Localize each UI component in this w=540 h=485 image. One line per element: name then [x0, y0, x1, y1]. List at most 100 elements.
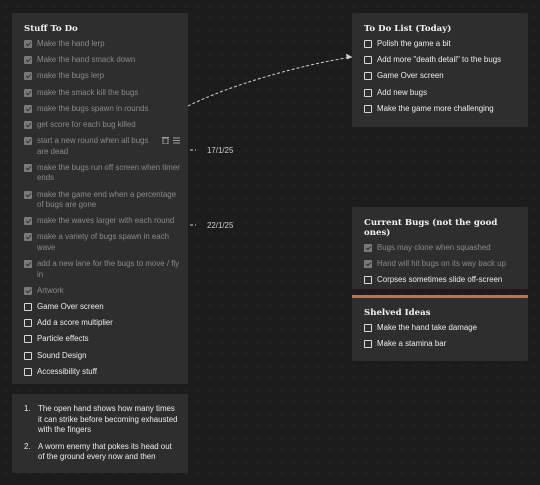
- checklist-item[interactable]: Make a stamina bar: [364, 339, 520, 350]
- checklist-item[interactable]: get score for each bug killed: [24, 120, 180, 131]
- stuff-to-do-title: Stuff To Do: [24, 24, 78, 34]
- checkbox-checked[interactable]: [24, 260, 32, 269]
- checklist-item-label: start a new round when all bugs are dead: [37, 136, 149, 156]
- checklist-item[interactable]: Polish the game a bit: [364, 39, 520, 50]
- checkbox-checked[interactable]: [24, 40, 32, 48]
- checkbox-checked[interactable]: [24, 163, 32, 172]
- checklist-item[interactable]: Make the hand smack down: [24, 55, 180, 66]
- checklist-item-label: Bugs may clone when squashed: [377, 243, 491, 252]
- checklist-item[interactable]: make a variety of bugs spawn in each wav…: [24, 232, 180, 253]
- checklist-item[interactable]: Accessibility stuff: [24, 367, 180, 378]
- checklist-item-label: make the bugs lerp: [37, 71, 105, 81]
- checklist-item-label: get score for each bug killed: [37, 119, 136, 129]
- checkbox-checked[interactable]: [24, 72, 32, 81]
- checkbox-unchecked[interactable]: [364, 104, 372, 113]
- checklist-item[interactable]: Make the game more challenging: [364, 104, 520, 115]
- checkbox-unchecked[interactable]: [364, 88, 372, 97]
- date-label-first: 17/1/25: [207, 146, 234, 155]
- list-item-text: The open hand shows how many times it ca…: [38, 404, 178, 435]
- checklist-item-label: make the game end when a percentage of b…: [37, 189, 177, 210]
- checklist-item-label: make a variety of bugs spawn in each wav…: [37, 232, 170, 252]
- checklist-item[interactable]: Make the hand take damage: [364, 323, 520, 334]
- checkbox-checked[interactable]: [24, 217, 32, 226]
- checklist-item-label: make the smack kill the bugs: [37, 87, 139, 97]
- checklist-item-label: Add new bugs: [377, 87, 428, 97]
- checkbox-checked[interactable]: [24, 190, 32, 199]
- checkbox-unchecked[interactable]: [24, 367, 32, 376]
- checklist-item-label: add a new lane for the bugs to move / fl…: [37, 259, 180, 279]
- checklist-item-label: Make the hand lerp: [37, 39, 105, 48]
- checklist-item-label: Artwork: [37, 285, 64, 295]
- checklist-item-label: Accessibility stuff: [37, 366, 97, 376]
- checkbox-checked[interactable]: [364, 260, 372, 269]
- checklist-item-label: Make the game more challenging: [377, 103, 494, 113]
- checkbox-checked[interactable]: [24, 104, 32, 113]
- current-bugs-list: Bugs may clone when squashed Hand will hi…: [364, 243, 520, 286]
- ideas-card: 1. The open hand shows how many times it …: [12, 394, 188, 473]
- checkbox-checked[interactable]: [364, 244, 372, 252]
- checklist-item-label: Add more "death detail" to the bugs: [377, 55, 502, 65]
- checkbox-unchecked[interactable]: [364, 340, 372, 349]
- checklist-item[interactable]: Sound Design: [24, 351, 180, 362]
- checklist-item-label: Make the hand take damage: [377, 323, 478, 332]
- checklist-item-label: make the waves larger with each round: [37, 216, 175, 226]
- checklist-item[interactable]: Game Over screen: [364, 71, 520, 82]
- todo-today-card: To Do List (Today) Polish the game a bit…: [352, 13, 528, 127]
- menu-icon[interactable]: [173, 136, 180, 149]
- checklist-item[interactable]: Corpses sometimes slide off-screen: [364, 275, 520, 286]
- trash-icon[interactable]: [162, 136, 169, 149]
- checkbox-checked[interactable]: [24, 120, 32, 129]
- checkbox-unchecked[interactable]: [24, 319, 32, 328]
- checklist-item-label: Polish the game a bit: [377, 39, 451, 48]
- shelved-ideas-title: Shelved Ideas: [364, 308, 431, 318]
- checklist-item[interactable]: make the bugs lerp: [24, 71, 180, 82]
- checkbox-unchecked[interactable]: [364, 72, 372, 81]
- checklist-item[interactable]: make the bugs run off screen when timer …: [24, 163, 180, 184]
- current-bugs-card: Current Bugs (not the good ones) Bugs ma…: [352, 207, 528, 289]
- shelved-ideas-card: Shelved Ideas Make the hand take damage M…: [352, 298, 528, 361]
- checkbox-checked[interactable]: [24, 56, 32, 65]
- list-number: 1.: [24, 404, 31, 413]
- numbered-list-item: 2. A worm enemy that pokes its head out o…: [24, 442, 178, 463]
- checklist-item[interactable]: make the waves larger with each round: [24, 216, 180, 227]
- checkbox-unchecked[interactable]: [364, 40, 372, 48]
- checklist-item[interactable]: Artwork: [24, 286, 180, 297]
- checkbox-unchecked[interactable]: [24, 351, 32, 360]
- stuff-to-do-list: Make the hand lerp Make the hand smack do…: [24, 39, 180, 377]
- connector-to-todo: [187, 56, 353, 107]
- checklist-item-label: Hand will hit bugs on its way back up: [377, 259, 506, 269]
- checkbox-unchecked[interactable]: [24, 335, 32, 344]
- checklist-item[interactable]: Add new bugs: [364, 88, 520, 99]
- checkbox-checked[interactable]: [24, 137, 32, 146]
- todo-today-title: To Do List (Today): [364, 24, 452, 34]
- checklist-item[interactable]: Add more "death detail" to the bugs: [364, 55, 520, 66]
- ideas-numbered-list: 1. The open hand shows how many times it …: [24, 404, 178, 463]
- shelved-ideas-list: Make the hand take damage Make a stamina …: [364, 323, 520, 350]
- checkbox-unchecked[interactable]: [364, 324, 372, 332]
- checklist-item[interactable]: Particle effects: [24, 334, 180, 345]
- checklist-item-label: Game Over screen: [377, 71, 444, 81]
- checklist-item[interactable]: Game Over screen: [24, 302, 180, 313]
- checklist-item-label: Add a score multiplier: [37, 318, 113, 328]
- checklist-item-label: Make a stamina bar: [377, 339, 447, 349]
- checkbox-unchecked[interactable]: [364, 276, 372, 285]
- checklist-item[interactable]: Hand will hit bugs on its way back up: [364, 259, 520, 270]
- checkbox-checked[interactable]: [24, 233, 32, 242]
- checklist-item[interactable]: make the bugs spawn in rounds: [24, 104, 180, 115]
- checklist-item[interactable]: Add a score multiplier: [24, 318, 180, 329]
- checklist-item-label: Game Over screen: [37, 301, 104, 311]
- stuff-to-do-card: Stuff To Do Make the hand lerp Make the h…: [12, 13, 188, 384]
- todo-today-list: Polish the game a bit Add more "death det…: [364, 39, 520, 114]
- checkbox-unchecked[interactable]: [364, 56, 372, 65]
- checklist-item[interactable]: Make the hand lerp: [24, 39, 180, 50]
- checklist-item[interactable]: add a new lane for the bugs to move / fl…: [24, 259, 180, 280]
- checkbox-checked[interactable]: [24, 286, 32, 295]
- checklist-item-label: make the bugs run off screen when timer …: [37, 162, 180, 183]
- checklist-item[interactable]: Bugs may clone when squashed: [364, 243, 520, 254]
- checklist-item[interactable]: make the smack kill the bugs: [24, 88, 180, 99]
- checklist-item[interactable]: start a new round when all bugs are dead: [24, 136, 180, 157]
- checklist-item-label: Particle effects: [37, 334, 89, 344]
- checkbox-unchecked[interactable]: [24, 302, 32, 311]
- checkbox-checked[interactable]: [24, 88, 32, 97]
- checklist-item[interactable]: make the game end when a percentage of b…: [24, 190, 180, 211]
